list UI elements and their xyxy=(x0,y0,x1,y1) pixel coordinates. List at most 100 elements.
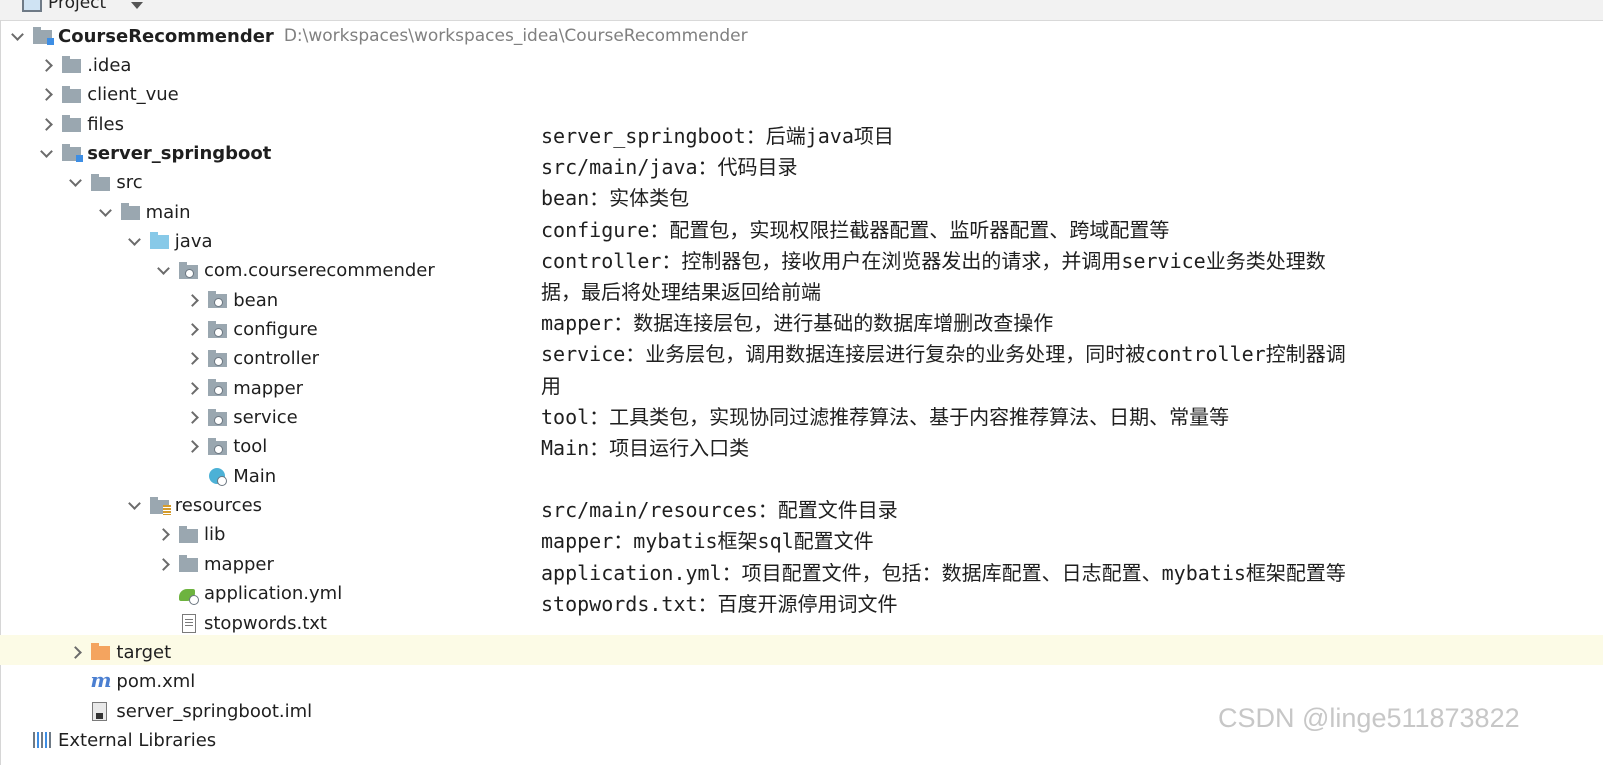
description-text: server_springboot：后端java项目 src/main/java：… xyxy=(541,121,1471,620)
description-line: mapper：mybatis框架sql配置文件 xyxy=(541,529,874,554)
excluded-folder-icon xyxy=(90,643,112,661)
description-line: configure：配置包，实现权限拦截器配置、监听器配置、跨域配置等 xyxy=(541,217,1170,242)
folder-icon xyxy=(120,203,142,221)
chevron-down-icon[interactable] xyxy=(150,256,178,285)
tree-item-label: CourseRecommender xyxy=(58,25,274,47)
spring-yml-icon xyxy=(178,585,200,605)
project-panel-header: Project xyxy=(0,0,1603,21)
tree-item-label: tool xyxy=(233,436,268,458)
tree-item-tool[interactable]: tool xyxy=(179,432,267,461)
tree-item-application-yml[interactable]: application.yml xyxy=(150,579,342,608)
tree-item-label: target xyxy=(116,641,172,663)
source-folder-icon xyxy=(149,232,171,250)
chevron-down-icon[interactable] xyxy=(33,139,61,168)
tree-item-label: src xyxy=(116,172,143,194)
folder-icon xyxy=(178,555,200,573)
chevron-down-icon[interactable] xyxy=(121,491,149,520)
tree-item-idea[interactable]: .idea xyxy=(33,51,131,80)
tree-item-label: main xyxy=(145,201,191,223)
folder-icon xyxy=(90,173,112,192)
tree-item-label: mapper xyxy=(233,377,304,399)
current-row-highlight xyxy=(0,635,1603,665)
chevron-right-icon[interactable] xyxy=(33,110,61,139)
chevron-right-icon[interactable] xyxy=(62,638,90,667)
chevron-right-icon[interactable] xyxy=(179,403,207,432)
tree-item-pom-xml[interactable]: m pom.xml xyxy=(62,667,195,696)
tree-item-label: client_vue xyxy=(87,84,179,106)
tree-item-mapper[interactable]: mapper xyxy=(179,374,303,403)
tree-item-lib[interactable]: lib xyxy=(150,520,225,549)
description-line: service：业务层包，调用数据连接层进行复杂的业务处理，同时被control… xyxy=(541,342,1346,367)
project-panel-title[interactable]: Project xyxy=(48,0,106,13)
tree-item-com-courserecommender[interactable]: com.courserecommender xyxy=(150,256,435,285)
chevron-right-icon[interactable] xyxy=(179,374,207,403)
chevron-right-icon[interactable] xyxy=(33,51,61,80)
chevron-down-icon[interactable] xyxy=(4,22,32,51)
tree-item-label: java xyxy=(174,230,213,252)
tree-item-label: resources xyxy=(174,495,263,517)
folder-icon xyxy=(61,85,83,104)
tree-item-controller[interactable]: controller xyxy=(179,344,319,373)
package-icon xyxy=(207,349,229,368)
tree-item-files[interactable]: files xyxy=(33,110,124,139)
tree-item-target[interactable]: target xyxy=(62,638,171,667)
tree-item-external-libraries[interactable]: External Libraries xyxy=(4,726,216,755)
tree-item-server-springboot-iml[interactable]: server_springboot.iml xyxy=(62,697,312,726)
project-window-icon xyxy=(22,0,42,12)
tree-item-src[interactable]: src xyxy=(62,168,143,197)
chevron-right-icon[interactable] xyxy=(179,315,207,344)
libraries-icon xyxy=(32,731,54,749)
tree-item-mapper[interactable]: mapper xyxy=(150,550,274,579)
description-line: 用 xyxy=(541,373,561,398)
chevron-down-icon[interactable] xyxy=(121,227,149,256)
tree-item-courserecommender[interactable]: CourseRecommender D:\workspaces\workspace… xyxy=(4,22,748,51)
chevron-down-icon[interactable] xyxy=(62,168,90,197)
tree-item-label: Main xyxy=(233,465,277,487)
description-line: tool：工具类包，实现协同过滤推荐算法、基于内容推荐算法、日期、常量等 xyxy=(541,404,1230,429)
folder-icon xyxy=(61,115,83,133)
tree-item-label: server_springboot xyxy=(87,142,272,164)
description-line: stopwords.txt：百度开源停用词文件 xyxy=(541,591,898,616)
tree-item-server-springboot[interactable]: server_springboot xyxy=(33,139,271,168)
chevron-right-icon[interactable] xyxy=(179,344,207,373)
tree-item-label: com.courserecommender xyxy=(204,260,435,282)
tree-item-label: service xyxy=(233,407,298,429)
chevron-right-icon[interactable] xyxy=(179,286,207,315)
package-icon xyxy=(207,320,229,339)
tree-item-label: server_springboot.iml xyxy=(116,700,313,722)
tree-item-bean[interactable]: bean xyxy=(179,286,278,315)
module-path: D:\workspaces\workspaces_idea\CourseReco… xyxy=(283,25,748,46)
maven-icon: m xyxy=(90,667,112,692)
package-icon xyxy=(207,437,229,456)
chevron-down-icon[interactable] xyxy=(131,2,143,9)
text-file-icon xyxy=(178,614,200,633)
description-line: mapper：数据连接层包，进行基础的数据库增删改查操作 xyxy=(541,311,1054,336)
description-line: controller：控制器包，接收用户在浏览器发出的请求，并调用service… xyxy=(541,248,1326,273)
tree-item-java[interactable]: java xyxy=(121,227,213,256)
description-line: src/main/java：代码目录 xyxy=(541,155,798,180)
tree-item-label: controller xyxy=(233,348,320,370)
tree-item-label: application.yml xyxy=(204,583,343,605)
tree-item-label: mapper xyxy=(204,553,274,575)
chevron-right-icon[interactable] xyxy=(33,80,61,109)
tree-item-main[interactable]: main xyxy=(92,198,191,227)
chevron-right-icon[interactable] xyxy=(179,432,207,461)
tree-item-label: files xyxy=(87,113,124,135)
tree-item-configure[interactable]: configure xyxy=(179,315,318,344)
tree-item-stopwords-txt[interactable]: stopwords.txt xyxy=(150,609,327,638)
tree-item-client-vue[interactable]: client_vue xyxy=(33,80,179,109)
module-folder-icon xyxy=(32,27,54,45)
package-icon xyxy=(178,261,200,280)
tree-item-resources[interactable]: resources xyxy=(121,491,262,520)
tree-item-label: pom.xml xyxy=(116,671,196,693)
tree-item-main[interactable]: Main xyxy=(179,462,276,491)
chevron-right-icon[interactable] xyxy=(150,550,178,579)
chevron-down-icon[interactable] xyxy=(92,198,120,227)
tree-item-service[interactable]: service xyxy=(179,403,298,432)
chevron-right-icon[interactable] xyxy=(150,520,178,549)
